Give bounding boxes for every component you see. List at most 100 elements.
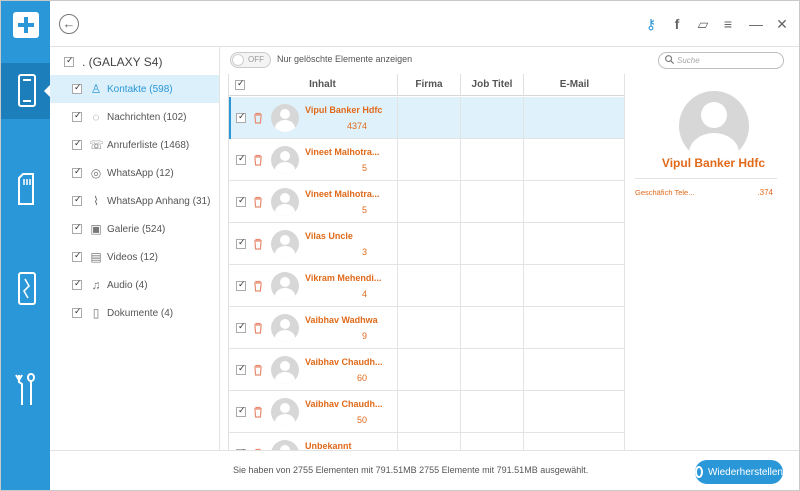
sidebar-item-audio[interactable]: ♫ Audio (4)	[50, 271, 219, 299]
category-sidebar: . (GALAXY S4) ♙ Kontakte (598) ◌ Nachric…	[50, 47, 220, 450]
company-cell	[397, 349, 460, 391]
device-checkbox[interactable]	[64, 55, 74, 67]
email-cell	[523, 307, 624, 349]
sidebar-checkbox[interactable]	[72, 278, 82, 290]
email-cell	[523, 349, 624, 391]
filter-label: Nur gelöschte Elemente anzeigen	[277, 54, 413, 64]
column-header-job-title[interactable]: Job Titel	[460, 74, 523, 96]
menu-icon[interactable]: ≡	[720, 15, 736, 33]
phone-device-icon[interactable]	[1, 63, 51, 119]
table-row[interactable]: Vaibhav Wadhwa 9	[229, 307, 624, 349]
email-cell	[523, 391, 624, 433]
row-checkbox[interactable]	[236, 405, 246, 417]
select-all-checkbox[interactable]	[235, 78, 245, 90]
email-cell	[523, 181, 624, 223]
row-checkbox[interactable]	[236, 237, 246, 249]
key-icon[interactable]: ⚷	[643, 15, 659, 33]
row-checkbox[interactable]	[236, 321, 246, 333]
detail-contact-name: Vipul Banker Hdfc	[661, 156, 766, 170]
trash-icon[interactable]	[251, 279, 265, 293]
close-icon[interactable]: ✕	[774, 15, 790, 33]
detail-field-label: Geschäfich Tele...	[635, 188, 695, 197]
sidebar-item-call-log[interactable]: ☏ Anruferliste (1468)	[50, 131, 219, 159]
contact-name: Vipul Banker Hdfc	[305, 105, 383, 115]
feedback-icon[interactable]: ▱	[695, 15, 711, 33]
table-row[interactable]: Vaibhav Chaudh... 60	[229, 349, 624, 391]
sidebar-item-label: Nachrichten (102)	[107, 111, 187, 123]
sidebar-item-label: Anruferliste (1468)	[107, 139, 190, 151]
contact-name: Unbekannt	[305, 441, 352, 450]
sidebar-item-messages[interactable]: ◌ Nachrichten (102)	[50, 103, 219, 131]
app-window: ← ⚷ f ▱ ≡ — ✕ . (GALAXY S4) ♙ Kontakte (…	[0, 0, 800, 491]
left-navigation-rail	[1, 1, 51, 490]
facebook-icon[interactable]: f	[669, 15, 685, 33]
contact-avatar	[271, 398, 299, 426]
table-row[interactable]: Unbekannt	[229, 433, 624, 450]
company-cell	[397, 181, 460, 223]
column-header-content[interactable]: Inhalt	[248, 74, 397, 96]
row-checkbox[interactable]	[236, 195, 246, 207]
trash-icon[interactable]	[251, 195, 265, 209]
sidebar-item-documents[interactable]: ▯ Dokumente (4)	[50, 299, 219, 327]
sidebar-checkbox[interactable]	[72, 194, 82, 206]
sidebar-item-contacts[interactable]: ♙ Kontakte (598)	[50, 75, 219, 103]
table-row[interactable]: Vaibhav Chaudh... 50	[229, 391, 624, 433]
row-checkbox[interactable]	[236, 111, 246, 123]
table-row[interactable]: Vipul Banker Hdfc 4374	[229, 97, 624, 139]
sidebar-checkbox[interactable]	[72, 138, 82, 150]
contact-avatar	[271, 146, 299, 174]
table-row[interactable]: Vineet Malhotra... 5	[229, 181, 624, 223]
sidebar-checkbox[interactable]	[72, 306, 82, 318]
sidebar-checkbox[interactable]	[72, 166, 82, 178]
sidebar-item-label: Kontakte (598)	[107, 83, 173, 95]
trash-icon[interactable]	[251, 363, 265, 377]
sidebar-item-videos[interactable]: ▤ Videos (12)	[50, 243, 219, 271]
music-note-icon: ♫	[91, 278, 101, 292]
trash-icon[interactable]	[251, 321, 265, 335]
contact-name: Vilas Uncle	[305, 231, 353, 241]
deleted-only-toggle[interactable]: OFF	[230, 52, 271, 68]
sidebar-checkbox[interactable]	[72, 250, 82, 262]
trash-icon[interactable]	[251, 237, 265, 251]
search-box[interactable]	[658, 52, 784, 69]
phone-icon: ☏	[89, 138, 105, 152]
company-cell	[397, 223, 460, 265]
sidebar-item-label: Audio (4)	[107, 279, 148, 291]
broken-phone-icon[interactable]	[1, 261, 50, 317]
sidebar-checkbox[interactable]	[72, 82, 82, 94]
column-header-email[interactable]: E-Mail	[523, 74, 624, 96]
trash-icon[interactable]	[251, 153, 265, 167]
contact-number: 3	[361, 247, 367, 257]
tools-icon[interactable]	[1, 361, 50, 417]
sidebar-item-label: Videos (12)	[107, 251, 158, 263]
document-icon: ▯	[92, 306, 100, 320]
sd-card-icon	[17, 173, 34, 205]
sidebar-item-whatsapp[interactable]: ◎ WhatsApp (12)	[50, 159, 219, 187]
row-checkbox[interactable]	[236, 153, 246, 165]
search-input[interactable]	[677, 54, 777, 67]
company-cell	[397, 97, 460, 139]
table-row[interactable]: Vilas Uncle 3	[229, 223, 624, 265]
sidebar-item-whatsapp-attachments[interactable]: ⌇ WhatsApp Anhang (31)	[50, 187, 219, 215]
row-checkbox[interactable]	[236, 363, 246, 375]
email-cell	[523, 265, 624, 307]
column-header-company[interactable]: Firma	[397, 74, 460, 96]
contact-avatar	[271, 440, 299, 450]
sidebar-item-gallery[interactable]: ▣ Galerie (524)	[50, 215, 219, 243]
contact-name: Vaibhav Chaudh...	[305, 357, 383, 367]
contacts-table: Inhalt Firma Job Titel E-Mail Vipul Bank…	[228, 74, 624, 450]
table-row[interactable]: Vineet Malhotra... 5	[229, 139, 624, 181]
sidebar-checkbox[interactable]	[72, 110, 82, 122]
restore-button[interactable]: Wiederherstellen	[695, 460, 783, 484]
sidebar-checkbox[interactable]	[72, 222, 82, 234]
table-row[interactable]: Vikram Mehendi... 4	[229, 265, 624, 307]
device-header[interactable]: . (GALAXY S4)	[64, 53, 162, 71]
minimize-icon[interactable]: —	[748, 15, 764, 33]
row-checkbox[interactable]	[236, 279, 246, 291]
detail-divider	[635, 178, 777, 179]
sd-card-icon[interactable]	[1, 161, 50, 217]
trash-icon[interactable]	[251, 111, 265, 125]
trash-icon[interactable]	[251, 405, 265, 419]
sidebar-item-label: WhatsApp Anhang (31)	[107, 195, 211, 207]
back-arrow-icon[interactable]: ←	[59, 14, 79, 34]
